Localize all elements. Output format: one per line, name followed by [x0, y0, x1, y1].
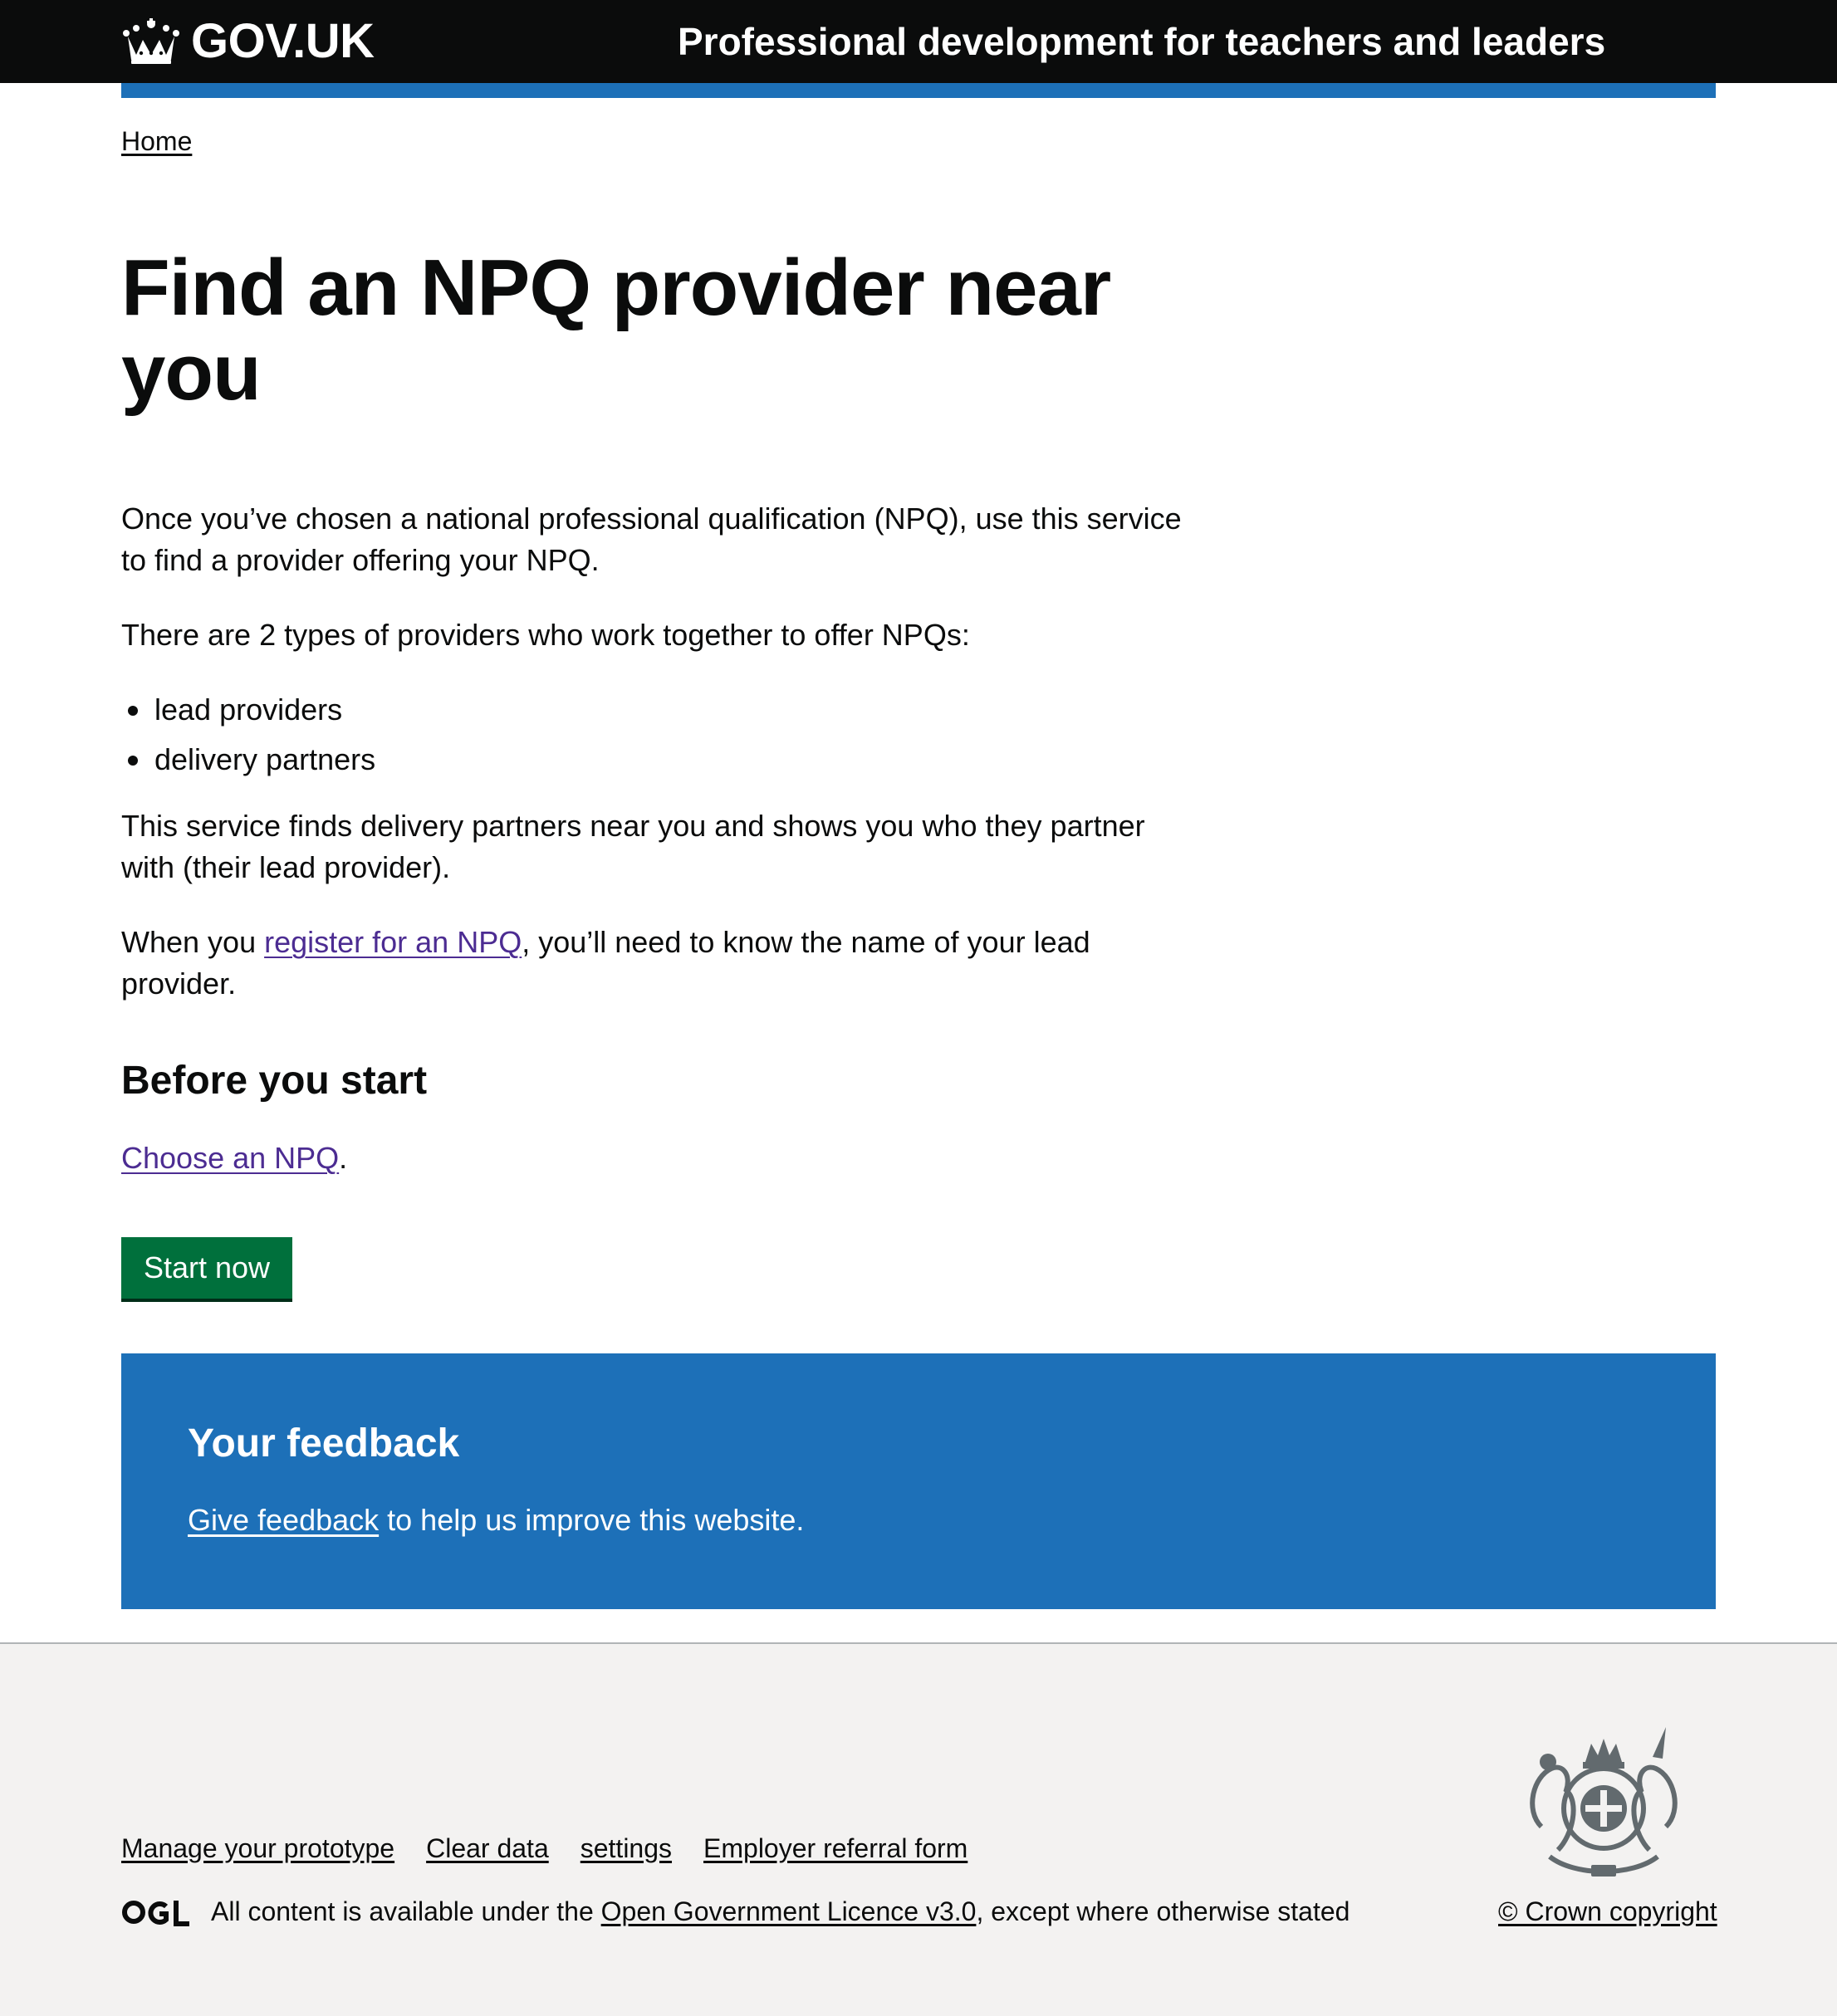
- open-government-licence-link[interactable]: Open Government Licence v3.0: [601, 1896, 977, 1926]
- footer-link-employer-referral[interactable]: Employer referral form: [703, 1832, 967, 1865]
- footer-links: Manage your prototype Clear data setting…: [121, 1832, 999, 1865]
- header-blue-bar: [121, 83, 1716, 98]
- before-you-start-heading: Before you start: [121, 1059, 428, 1103]
- govuk-logo-text: GOV.UK: [191, 14, 375, 68]
- breadcrumb: Home: [121, 125, 192, 158]
- choose-npq-link[interactable]: Choose an NPQ: [121, 1141, 339, 1175]
- footer-link-clear-data[interactable]: Clear data: [426, 1832, 549, 1865]
- feedback-suffix: to help us improve this website.: [379, 1503, 805, 1537]
- page-title: Find an NPQ provider near you: [121, 243, 1111, 417]
- provider-types-intro: There are 2 types of providers who work …: [121, 618, 970, 652]
- choose-npq-paragraph: Choose an NPQ.: [121, 1138, 1184, 1179]
- royal-crest-icon: [1530, 1727, 1678, 1877]
- breadcrumb-home-link[interactable]: Home: [121, 126, 192, 156]
- list-item: delivery partners: [121, 739, 1184, 780]
- licence-suffix: , except where otherwise stated: [976, 1896, 1350, 1926]
- register-prefix: When you: [121, 925, 265, 959]
- site-footer: Manage your prototype Clear data setting…: [0, 1642, 1837, 2016]
- govuk-logo-link[interactable]: GOV.UK: [121, 14, 375, 68]
- register-paragraph: When you register for an NPQ, you’ll nee…: [121, 922, 1184, 1005]
- footer-link-manage-prototype[interactable]: Manage your prototype: [121, 1832, 394, 1865]
- licence-prefix: All content is available under the: [211, 1896, 601, 1926]
- feedback-title: Your feedback: [188, 1421, 460, 1466]
- crown-icon: [123, 18, 179, 64]
- service-name-link[interactable]: Professional development for teachers an…: [678, 18, 1605, 65]
- site-header: GOV.UK Professional development for teac…: [0, 0, 1837, 83]
- feedback-panel: Your feedback Give feedback to help us i…: [121, 1353, 1716, 1609]
- list-item: lead providers: [121, 689, 1184, 731]
- ogl-icon: [122, 1901, 189, 1926]
- choose-suffix: .: [339, 1141, 348, 1175]
- provider-types-list: lead providers delivery partners: [121, 689, 1184, 780]
- intro-paragraph: Once you’ve chosen a national profession…: [121, 502, 1182, 577]
- service-description: This service finds delivery partners nea…: [121, 809, 1145, 884]
- feedback-text: Give feedback to help us improve this we…: [188, 1500, 804, 1541]
- give-feedback-link[interactable]: Give feedback: [188, 1503, 379, 1537]
- footer-link-settings[interactable]: settings: [580, 1832, 672, 1865]
- register-npq-link[interactable]: register for an NPQ: [264, 925, 522, 959]
- crown-copyright-link[interactable]: © Crown copyright: [1498, 1893, 1717, 1930]
- licence-text: All content is available under the Open …: [211, 1893, 1350, 1930]
- main-content: Find an NPQ provider near you Once you’v…: [121, 246, 1184, 1179]
- start-now-button[interactable]: Start now: [121, 1237, 292, 1299]
